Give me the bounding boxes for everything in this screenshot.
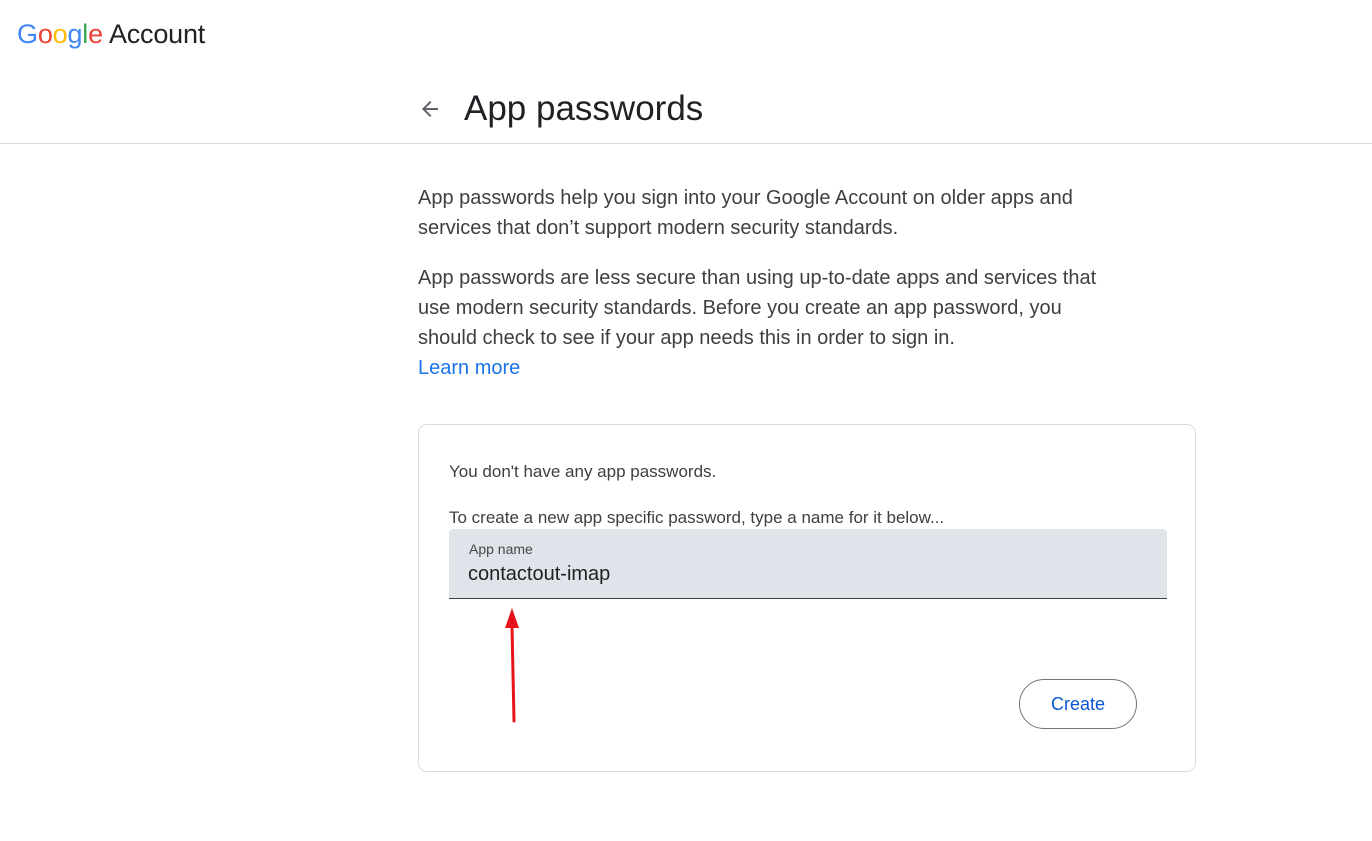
empty-state-message: You don't have any app passwords. [449, 462, 717, 481]
learn-more-link[interactable]: Learn more [418, 353, 520, 383]
logo-letter: g [67, 19, 83, 49]
app-name-input[interactable] [468, 561, 1148, 587]
logo-letter: e [88, 19, 103, 49]
logo-letter: o [37, 19, 53, 49]
app-name-label: App name [469, 541, 533, 557]
back-button[interactable] [410, 89, 450, 129]
app-name-field[interactable]: App name [449, 529, 1167, 599]
logo-letter: G [17, 19, 38, 49]
page-title: App passwords [464, 89, 704, 128]
google-account-logo[interactable]: Google Account [17, 16, 205, 52]
logo-letter: o [52, 19, 68, 49]
logo-product-name: Account [108, 19, 206, 49]
intro-paragraph: App passwords help you sign into your Go… [418, 187, 1073, 239]
intro-paragraph-text: App passwords are less secure than using… [418, 267, 1097, 349]
arrow-left-icon [422, 101, 438, 117]
top-bar: Google Account [0, 0, 1372, 70]
intro-paragraph: App passwords are less secure than using… [418, 263, 1108, 383]
intro-section: App passwords help you sign into your Go… [418, 183, 1108, 383]
create-button[interactable]: Create [1019, 679, 1137, 729]
app-passwords-card: You don't have any app passwords. To cre… [418, 424, 1196, 772]
page-header: App passwords [0, 70, 1372, 144]
create-hint-text: To create a new app specific password, t… [449, 508, 945, 527]
